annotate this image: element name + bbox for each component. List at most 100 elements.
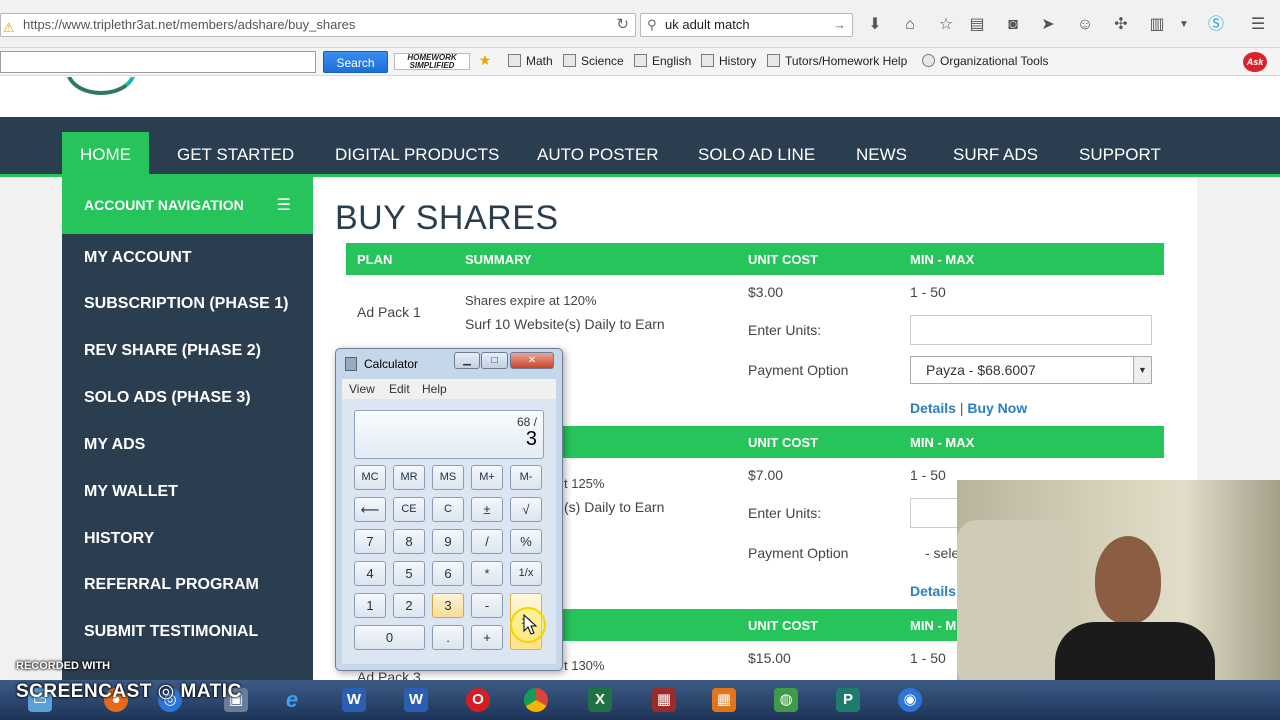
nav-solo-ad-line[interactable]: SOLO AD LINE xyxy=(698,132,815,177)
chat-icon[interactable]: ☺ xyxy=(1074,14,1096,36)
sidebar-item-my-account[interactable]: MY ACCOUNT xyxy=(84,249,192,267)
bookmark-english[interactable]: English xyxy=(634,54,691,68)
key-subtract[interactable]: - xyxy=(471,593,503,618)
ask-logo[interactable]: Ask xyxy=(1243,52,1267,72)
sidebar-item-history[interactable]: HISTORY xyxy=(84,530,154,548)
taskbar-app-red[interactable]: ▦ xyxy=(644,684,684,716)
bookmark-math[interactable]: Math xyxy=(508,54,553,68)
key-backspace[interactable]: ⟵ xyxy=(354,497,386,522)
menu-icon[interactable]: ☰ xyxy=(1247,14,1269,36)
key-7[interactable]: 7 xyxy=(354,529,386,554)
site-logo[interactable] xyxy=(66,77,136,95)
nav-surf-ads[interactable]: SURF ADS xyxy=(953,132,1038,177)
key-sqrt[interactable]: √ xyxy=(510,497,542,522)
key-1[interactable]: 1 xyxy=(354,593,386,618)
home-icon[interactable]: ⌂ xyxy=(899,14,921,36)
key-mc[interactable]: MC xyxy=(354,465,386,490)
clipboard-icon[interactable]: ▥ xyxy=(1146,14,1168,36)
bookmark-organizational-tools[interactable]: Organizational Tools xyxy=(922,54,1049,68)
nav-auto-poster[interactable]: AUTO POSTER xyxy=(537,132,659,177)
bookmark-tutors[interactable]: Tutors/Homework Help xyxy=(767,54,907,68)
menu-view[interactable]: View xyxy=(349,382,375,396)
taskbar-app-orange[interactable]: ▦ xyxy=(704,684,744,716)
unit-cost: $7.00 xyxy=(748,467,784,483)
homework-simplified-logo[interactable]: HOMEWORK SIMPLIFIED xyxy=(394,53,470,70)
key-percent[interactable]: % xyxy=(510,529,542,554)
pocket-icon[interactable]: ◙ xyxy=(1002,14,1024,36)
taskbar-chrome[interactable] xyxy=(516,684,556,716)
address-bar[interactable]: ⚠ https://www.triplethr3at.net/members/a… xyxy=(0,13,636,37)
reload-icon[interactable]: ↻ xyxy=(616,14,629,36)
key-8[interactable]: 8 xyxy=(393,529,425,554)
sidebar-item-rev-share[interactable]: REV SHARE (PHASE 2) xyxy=(84,342,261,360)
sidebar-item-my-wallet[interactable]: MY WALLET xyxy=(84,483,178,501)
send-icon[interactable]: ➤ xyxy=(1037,14,1059,36)
sidebar-item-solo-ads[interactable]: SOLO ADS (PHASE 3) xyxy=(84,389,251,407)
account-navigation-header[interactable]: ACCOUNT NAVIGATION ☰ xyxy=(62,177,313,234)
key-mr[interactable]: MR xyxy=(393,465,425,490)
sidebar-item-my-ads[interactable]: MY ADS xyxy=(84,436,145,454)
nav-digital-products[interactable]: DIGITAL PRODUCTS xyxy=(335,132,499,177)
key-9[interactable]: 9 xyxy=(432,529,464,554)
calculator-window[interactable]: Calculator ▁ □ ✕ View Edit Help 68 / 3 M… xyxy=(335,348,563,671)
sidebar-item-referral-program[interactable]: REFERRAL PROGRAM xyxy=(84,576,259,594)
details-link[interactable]: Details xyxy=(910,400,956,416)
bookmark-science[interactable]: Science xyxy=(563,54,624,68)
taskbar-excel[interactable]: X xyxy=(580,684,620,716)
key-m-plus[interactable]: M+ xyxy=(471,465,503,490)
reading-list-icon[interactable]: ▤ xyxy=(966,14,988,36)
key-3[interactable]: 3 xyxy=(432,593,464,618)
taskbar-publisher[interactable]: P xyxy=(828,684,868,716)
key-c[interactable]: C xyxy=(432,497,464,522)
dropdown-arrow-icon[interactable]: ▼ xyxy=(1173,14,1195,36)
taskbar-app-globe[interactable]: ◍ xyxy=(766,684,806,716)
go-arrow-icon[interactable]: → xyxy=(833,14,846,36)
sidebar-item-submit-testimonial[interactable]: SUBMIT TESTIMONIAL xyxy=(84,623,258,641)
download-icon[interactable]: ⬇ xyxy=(864,14,886,36)
key-4[interactable]: 4 xyxy=(354,561,386,586)
taskbar-word[interactable]: W xyxy=(334,684,374,716)
key-2[interactable]: 2 xyxy=(393,593,425,618)
buy-now-link[interactable]: Buy Now xyxy=(967,400,1027,416)
key-m-minus[interactable]: M- xyxy=(510,465,542,490)
key-decimal[interactable]: . xyxy=(432,625,464,650)
key-6[interactable]: 6 xyxy=(432,561,464,586)
nav-get-started[interactable]: GET STARTED xyxy=(177,132,294,177)
badge-icon[interactable]: ★ xyxy=(474,49,496,71)
menu-edit[interactable]: Edit xyxy=(389,382,410,396)
key-multiply[interactable]: * xyxy=(471,561,503,586)
taskbar-recorder[interactable]: ◉ xyxy=(890,684,930,716)
close-button[interactable]: ✕ xyxy=(510,352,554,369)
star-icon[interactable]: ☆ xyxy=(935,14,957,36)
units-input[interactable] xyxy=(910,315,1152,345)
key-0[interactable]: 0 xyxy=(354,625,425,650)
key-5[interactable]: 5 xyxy=(393,561,425,586)
minimize-button[interactable]: ▁ xyxy=(454,352,480,369)
taskbar-word-2[interactable]: W xyxy=(396,684,436,716)
details-link[interactable]: Details xyxy=(910,583,956,599)
book-icon xyxy=(701,54,714,67)
toolbar-search-button[interactable]: Search xyxy=(323,51,388,73)
taskbar-internet-explorer[interactable]: e xyxy=(272,684,312,716)
maximize-button[interactable]: □ xyxy=(481,352,508,369)
hamburger-icon[interactable]: ☰ xyxy=(277,177,291,234)
key-divide[interactable]: / xyxy=(471,529,503,554)
key-add[interactable]: + xyxy=(471,625,503,650)
menu-help[interactable]: Help xyxy=(422,382,447,396)
key-ce[interactable]: CE xyxy=(393,497,425,522)
extensions-icon[interactable]: ✣ xyxy=(1110,14,1132,36)
key-ms[interactable]: MS xyxy=(432,465,464,490)
sidebar-item-subscription[interactable]: SUBSCRIPTION (PHASE 1) xyxy=(84,295,288,313)
key-plus-minus[interactable]: ± xyxy=(471,497,503,522)
key-reciprocal[interactable]: 1/x xyxy=(510,561,542,586)
nav-support[interactable]: SUPPORT xyxy=(1079,132,1161,177)
toolbar-search-input[interactable] xyxy=(0,51,316,73)
bookmark-history[interactable]: History xyxy=(701,54,756,68)
payment-option-select[interactable]: Payza - $68.6007 ▼ xyxy=(910,356,1152,384)
nav-news[interactable]: NEWS xyxy=(856,132,907,177)
browser-search-input[interactable]: ⚲ uk adult match → xyxy=(640,13,853,37)
payment-option-select[interactable]: - sele xyxy=(925,545,959,561)
nav-home[interactable]: HOME xyxy=(62,132,149,177)
taskbar-opera[interactable]: O xyxy=(458,684,498,716)
skype-icon[interactable]: Ⓢ xyxy=(1205,14,1227,36)
